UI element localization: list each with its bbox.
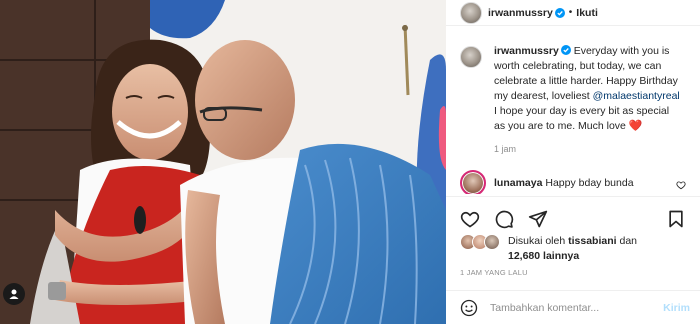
share-icon[interactable]	[528, 209, 548, 229]
post-author-username[interactable]: irwanmussry	[488, 7, 553, 19]
post-image	[0, 0, 446, 324]
likes-summary: Disukai oleh tissabiani dan 12,680 lainn…	[460, 234, 696, 264]
likes-prefix: Disukai oleh	[508, 235, 566, 247]
comment-text: lunamaya Happy bday bunda	[494, 176, 634, 191]
post-header: irwanmussry • Ikuti	[446, 0, 700, 26]
comment-username[interactable]: lunamaya	[494, 177, 542, 189]
follow-button[interactable]: Ikuti	[576, 7, 598, 19]
heart-emoji: ❤️	[628, 120, 643, 132]
comment-body: Happy bday bunda	[545, 176, 634, 189]
verified-icon	[560, 45, 571, 55]
like-icon[interactable]	[460, 209, 480, 229]
comments-section: irwanmussry Everyday with you is worth c…	[446, 44, 700, 194]
post-side-panel: irwanmussry • Ikuti irwanmussry Everyday…	[446, 0, 700, 324]
caption-mention[interactable]: @malaestiantyreal	[593, 90, 680, 102]
comment-like-icon[interactable]	[676, 180, 686, 190]
add-comment-bar: Kirim	[446, 290, 700, 324]
avatar	[484, 234, 500, 250]
liker-username[interactable]: tissabiani	[568, 235, 616, 247]
user-tag-icon[interactable]	[3, 283, 25, 305]
verified-icon	[554, 7, 565, 18]
save-icon[interactable]	[666, 209, 686, 229]
emoji-icon[interactable]	[460, 299, 478, 317]
likes-text: Disukai oleh tissabiani dan 12,680 lainn…	[508, 234, 637, 264]
likes-count[interactable]: 12,680 lainnya	[508, 250, 579, 262]
liker-avatars[interactable]	[460, 234, 504, 250]
post-comment-button[interactable]: Kirim	[663, 302, 690, 314]
avatar[interactable]	[460, 170, 486, 194]
caption-text: irwanmussry Everyday with you is worth c…	[494, 44, 680, 134]
avatar[interactable]	[460, 46, 482, 68]
post-photo[interactable]	[0, 0, 446, 324]
caption-body-end: I hope your day is every bit as special …	[494, 105, 670, 132]
action-bar	[446, 196, 700, 232]
comment-row: lunamaya Happy bday bunda	[460, 170, 690, 194]
likes-connector: dan	[619, 235, 638, 247]
separator-dot: •	[568, 7, 573, 18]
comment-icon[interactable]	[494, 209, 514, 229]
comment-input[interactable]	[490, 301, 650, 314]
caption-time[interactable]: 1 jam	[494, 144, 690, 154]
avatar[interactable]	[460, 1, 482, 24]
post-timestamp[interactable]: 1 JAM YANG LALU	[460, 268, 528, 277]
caption-username[interactable]: irwanmussry	[494, 45, 559, 57]
caption-row: irwanmussry Everyday with you is worth c…	[460, 44, 690, 134]
